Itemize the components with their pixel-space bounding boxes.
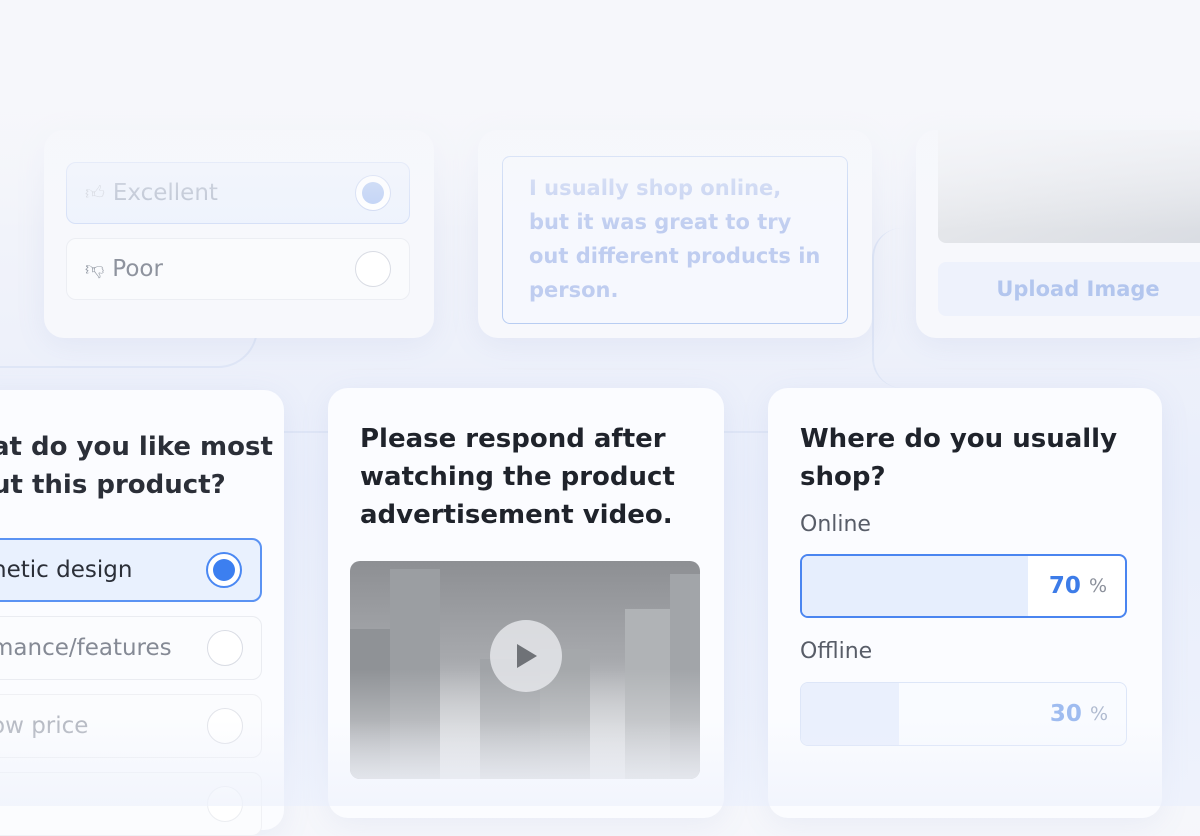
allocation-value: 30 xyxy=(1049,701,1082,727)
play-button[interactable] xyxy=(490,620,562,692)
question-title: Please respond after watching the produc… xyxy=(360,424,675,530)
radio-selected[interactable] xyxy=(355,175,391,211)
radio-unselected[interactable] xyxy=(355,251,391,287)
image-upload-card: Upload Image xyxy=(916,130,1200,338)
upload-image-button[interactable]: Upload Image xyxy=(938,262,1200,316)
question-title: Where do you usually shop? xyxy=(800,424,1118,492)
rating-option-excellent[interactable]: 👍︎ Excellent xyxy=(66,162,410,224)
allocation-label-online: Online xyxy=(800,512,871,537)
allocation-input-online[interactable]: 70 % xyxy=(800,554,1127,618)
percent-sign: % xyxy=(1089,703,1108,725)
allocation-fill xyxy=(802,556,1029,616)
play-icon xyxy=(517,644,537,668)
connector-line xyxy=(724,431,768,433)
choice-option-price[interactable]: ow price xyxy=(0,694,262,758)
radio-selected[interactable] xyxy=(206,552,242,588)
allocation-fill xyxy=(801,683,899,745)
percentage-allocation-card: Where do you usually shop? Online 70 % O… xyxy=(768,388,1162,818)
choice-option-more[interactable] xyxy=(0,772,262,836)
rating-option-label: Excellent xyxy=(112,180,218,206)
rating-option-label: Poor xyxy=(112,256,163,282)
multiple-choice-card: at do you like most ut this product? het… xyxy=(0,390,284,836)
radio-unselected[interactable] xyxy=(207,786,243,822)
radio-unselected[interactable] xyxy=(207,708,243,744)
connector-line xyxy=(872,228,918,388)
choice-option-label: ow price xyxy=(0,713,89,739)
rating-question-card: 👍︎ Excellent 👎︎ Poor xyxy=(44,130,434,338)
text-response-card: I usually shop online, but it was great … xyxy=(478,130,872,338)
percent-sign: % xyxy=(1088,575,1107,597)
allocation-label-offline: Offline xyxy=(800,639,873,664)
choice-option-label: hetic design xyxy=(0,557,133,583)
question-title: at do you like most ut this product? xyxy=(0,432,273,500)
radio-unselected[interactable] xyxy=(207,630,243,666)
choice-option-label: mance/features xyxy=(0,635,172,661)
allocation-value: 70 xyxy=(1048,573,1081,599)
choice-option-design[interactable]: hetic design xyxy=(0,538,262,602)
rating-option-poor[interactable]: 👎︎ Poor xyxy=(66,238,410,300)
thumbs-down-icon: 👎︎ xyxy=(85,257,105,280)
text-response-field[interactable]: I usually shop online, but it was great … xyxy=(502,156,848,324)
video-question-card: Please respond after watching the produc… xyxy=(328,388,724,818)
allocation-input-offline[interactable]: 30 % xyxy=(800,682,1127,746)
uploaded-image-preview xyxy=(938,130,1200,243)
video-player[interactable] xyxy=(350,561,700,779)
choice-option-features[interactable]: mance/features xyxy=(0,616,262,680)
thumbs-up-icon: 👍︎ xyxy=(85,181,105,204)
